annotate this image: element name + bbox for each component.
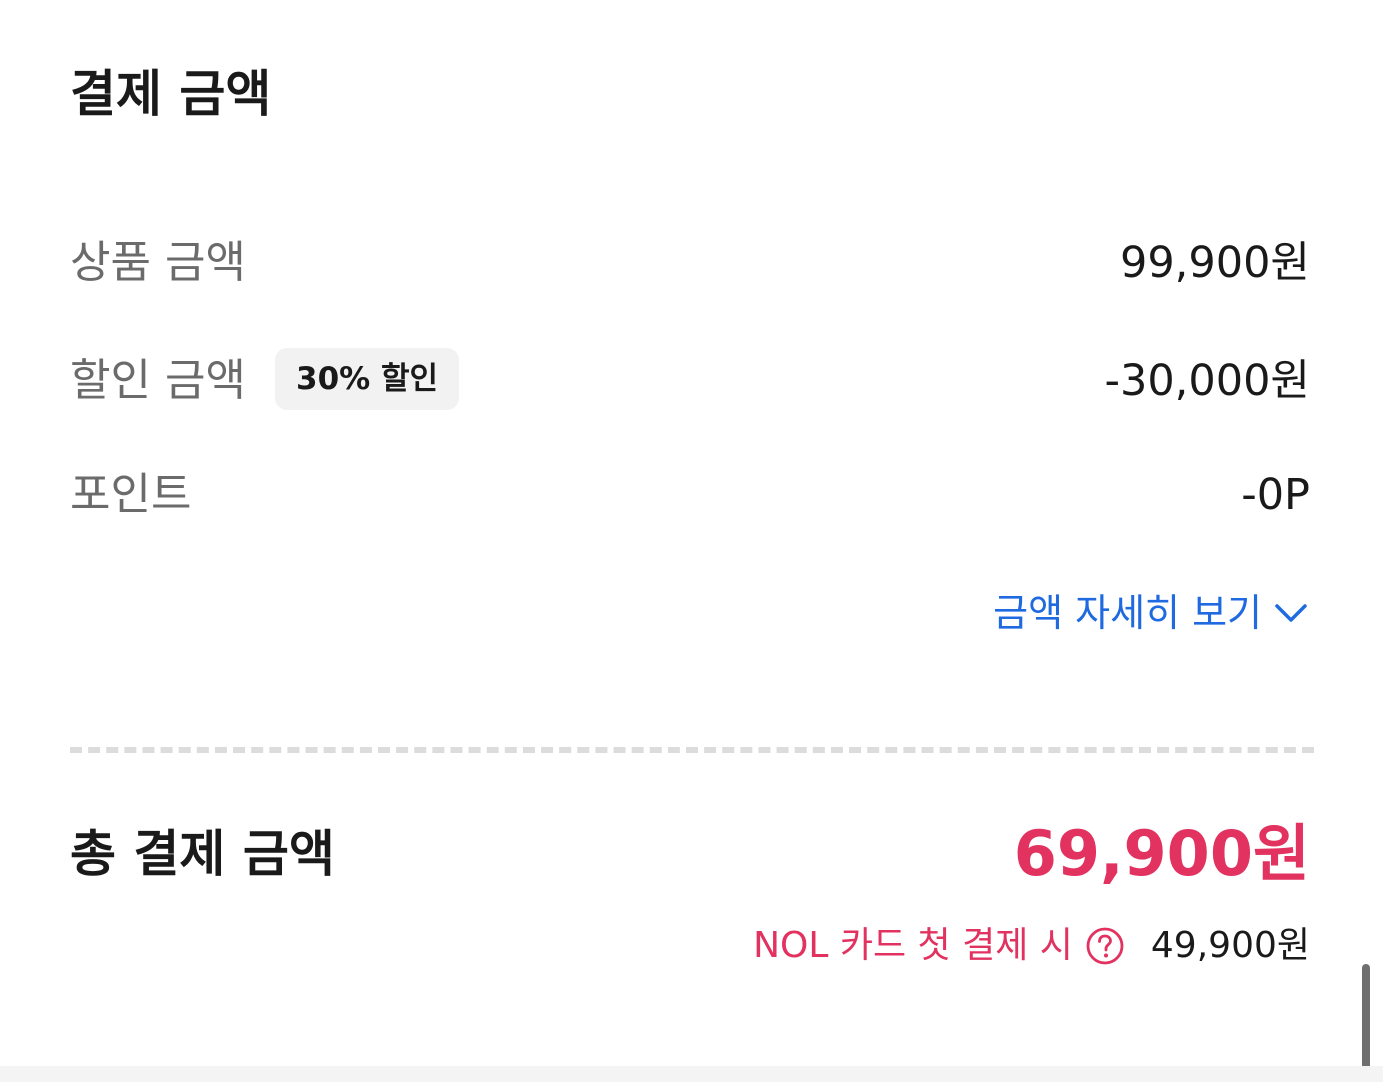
card-promo-price: 49,900원 xyxy=(1150,925,1310,966)
help-circle-icon[interactable] xyxy=(1085,926,1125,966)
product-amount-row: 상품 금액 99,900원 xyxy=(70,228,1310,298)
card-promo-row: NOL 카드 첫 결제 시 49,900원 xyxy=(753,916,1310,976)
chevron-down-icon xyxy=(1272,585,1310,641)
points-label: 포인트 xyxy=(70,469,192,520)
discount-amount-value: -30,000원 xyxy=(1104,356,1310,406)
dashed-divider xyxy=(70,747,1314,753)
view-amount-details-label: 금액 자세히 보기 xyxy=(993,591,1262,635)
discount-amount-label: 할인 금액 xyxy=(70,355,246,406)
payment-amount-section: 결제 금액 상품 금액 99,900원 할인 금액 30% 할인 -30,000… xyxy=(70,0,1314,1066)
discount-rate-badge: 30% 할인 xyxy=(275,348,460,410)
section-separator-band xyxy=(0,1066,1383,1082)
view-amount-details-link[interactable]: 금액 자세히 보기 xyxy=(993,585,1310,641)
section-title: 결제 금액 xyxy=(70,65,272,123)
points-value: -0P xyxy=(1241,470,1310,520)
product-amount-label: 상품 금액 xyxy=(70,237,246,288)
total-amount-value: 69,900원 xyxy=(1013,817,1310,890)
product-amount-value: 99,900원 xyxy=(1119,238,1310,288)
scrollbar-thumb[interactable] xyxy=(1362,964,1370,1082)
points-row: 포인트 -0P xyxy=(70,460,1310,530)
discount-amount-row: 할인 금액 30% 할인 -30,000원 xyxy=(70,346,1310,416)
card-promo-label: NOL 카드 첫 결제 시 xyxy=(753,925,1073,966)
total-amount-label: 총 결제 금액 xyxy=(70,825,335,883)
